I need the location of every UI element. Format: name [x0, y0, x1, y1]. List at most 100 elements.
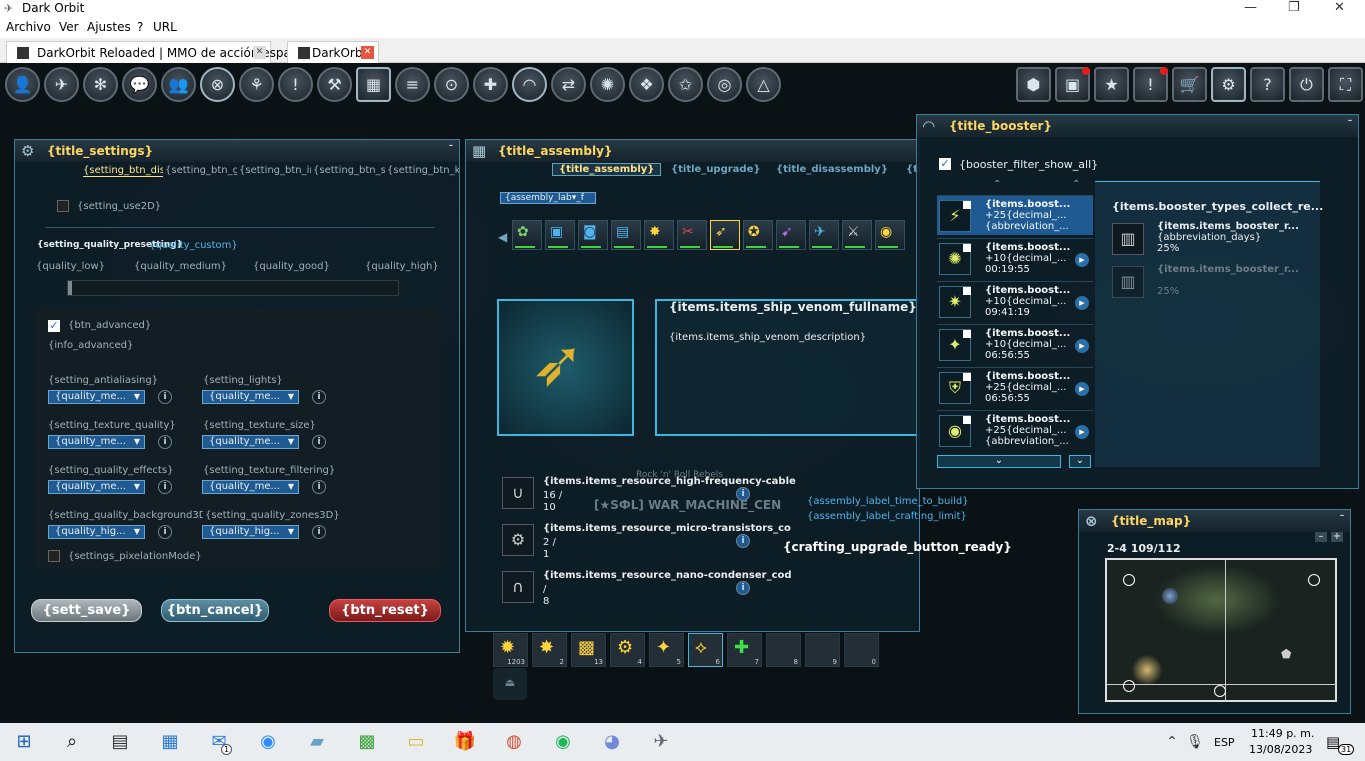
assembly-item-slot[interactable]: ➹ [776, 220, 806, 250]
chrome-icon[interactable]: ◍ [502, 730, 526, 754]
info-icon[interactable]: i [736, 534, 750, 548]
assembly-item-slot[interactable]: ✿ [512, 220, 542, 250]
microphone-icon[interactable]: 🎙 [1183, 730, 1207, 754]
info-icon[interactable]: i [736, 487, 750, 501]
gate-button[interactable]: ✺ [590, 67, 625, 102]
advanced-checkbox[interactable]: ✓ [48, 320, 60, 332]
quality-effects-select[interactable]: {quality_me... ▼ [48, 480, 145, 494]
tab-sound[interactable]: {setting_btn_sc [313, 165, 385, 176]
crafting-upgrade-button[interactable]: {crafting_upgrade_button_ready} [783, 540, 1012, 554]
quick-slot[interactable]: ▩ 13 [571, 633, 606, 667]
lights-select[interactable]: {quality_me... ▼ [202, 390, 299, 404]
cancel-button[interactable]: {btn_cancel} [161, 599, 269, 622]
search-icon[interactable]: ⌕ [60, 730, 84, 754]
notes-icon[interactable]: ▰ [305, 730, 329, 754]
info-icon[interactable]: i [312, 435, 326, 449]
tab-interface[interactable]: {setting_btn_in [239, 165, 311, 176]
cargo-button[interactable]: ⬢ [1016, 67, 1051, 102]
activate-booster-icon[interactable]: ▶ [1075, 339, 1089, 353]
tools-button[interactable]: ⚒ [317, 67, 352, 102]
tab-darkorbit-reloaded[interactable]: DarkOrbit Reloaded | MMO de acción espac… [6, 41, 311, 63]
quick-slot[interactable]: ⟡ 6 [688, 633, 723, 667]
trade-button[interactable]: ⇄ [551, 67, 586, 102]
zoom-icon[interactable]: ◉ [256, 730, 280, 754]
assembly-header[interactable]: ▦ {title_assembly} [466, 140, 919, 162]
use2d-checkbox[interactable] [57, 200, 69, 212]
booster-list-item[interactable]: ⛨ {items.boost... +25{decimal_... 06:56:55 ▶ [937, 367, 1093, 407]
quick-slot[interactable]: 0 [844, 633, 879, 667]
quick-slot[interactable]: ✚ 7 [727, 633, 762, 667]
pilot-button[interactable]: 👤 [5, 67, 40, 102]
menu-ajustes[interactable]: Ajustes [87, 20, 131, 34]
tab-disassembly[interactable]: {title_disassembly} [776, 164, 888, 175]
quick-slot[interactable]: ⚙ 4 [610, 633, 645, 667]
group-button[interactable]: 👥 [161, 67, 196, 102]
info-icon[interactable]: i [158, 390, 172, 404]
scroll-up-icon[interactable]: ⌃ [993, 179, 1001, 190]
assembly-item-slot[interactable]: ▣ [545, 220, 575, 250]
shop-button[interactable]: 🛒 [1172, 67, 1207, 102]
quality-slider[interactable] [67, 280, 399, 296]
assembly-filter-select[interactable]: {assembly_lab▾_f [500, 192, 596, 204]
scroll-top-icon[interactable]: ⌃ [1072, 179, 1080, 190]
quick-slot[interactable]: 9 [805, 633, 840, 667]
tab-keys[interactable]: {setting_btn_ke [387, 165, 459, 176]
pixelation-checkbox[interactable] [48, 550, 60, 562]
darkorbit-icon[interactable]: ✈ [649, 730, 673, 754]
save-button[interactable]: {sett_save} [31, 599, 142, 622]
minimap-area[interactable]: ⬟ [1105, 558, 1337, 702]
quality-background3d-select[interactable]: {quality_hig... ▼ [48, 525, 145, 539]
assembly-item-slot[interactable]: ◉ [875, 220, 905, 250]
faction-button[interactable]: ❖ [629, 67, 664, 102]
file-explorer-icon[interactable]: ▭ [404, 730, 428, 754]
chevron-up-icon[interactable]: ⌃ [1160, 730, 1184, 754]
assembly-item-slot[interactable]: ⚔ [842, 220, 872, 250]
zoom-out-icon[interactable]: – [1315, 532, 1327, 542]
menu-archivo[interactable]: Archivo [6, 20, 51, 34]
info-icon[interactable]: i [158, 525, 172, 539]
ship-button[interactable]: ✈ [44, 67, 79, 102]
target-button[interactable]: ⊗ [200, 67, 235, 102]
maximize-button[interactable]: ❐ [1288, 0, 1300, 15]
clan-button[interactable]: ✻ [83, 67, 118, 102]
tab-game[interactable]: {setting_btn_ga [165, 165, 237, 176]
assembly-item-slot[interactable]: ✈ [809, 220, 839, 250]
drones-button[interactable]: ⚘ [239, 67, 274, 102]
assembly-item-slot[interactable]: ▤ [611, 220, 641, 250]
minimize-panel-icon[interactable]: – [1345, 117, 1355, 127]
language-indicator[interactable]: ESP [1214, 736, 1235, 749]
spotify-icon[interactable]: ◉ [551, 730, 575, 754]
quick-slot[interactable]: ✹ 1203 [493, 633, 528, 667]
menu-help[interactable]: ? [137, 20, 143, 34]
scroll-down-icon[interactable]: ⌄ [937, 455, 1061, 468]
antialiasing-select[interactable]: {quality_me... ▼ [48, 390, 145, 404]
booster-header[interactable]: ◠ {title_booster} – [917, 115, 1358, 137]
events-button[interactable]: ▣ [1055, 67, 1090, 102]
settings-button[interactable]: ⚙ [1211, 67, 1246, 102]
booster-list-item[interactable]: ✺ {items.boost... +10{decimal_... 00:19:55 ▶ [937, 238, 1093, 278]
scroll-bottom-icon[interactable]: ⌄ [1069, 455, 1091, 468]
assembly-item-slot-selected[interactable]: ➶ [710, 220, 740, 250]
show-all-checkbox[interactable]: ✓ [939, 158, 951, 170]
minecraft-icon[interactable]: ▩ [355, 730, 379, 754]
add-pet-button[interactable]: ✚ [473, 67, 508, 102]
minimize-button[interactable]: — [1244, 0, 1257, 15]
map-header[interactable]: ⊗ {title_map} – [1079, 510, 1350, 532]
quests-button[interactable]: ! [278, 67, 313, 102]
settings-header[interactable]: ⚙ {title_settings} – [15, 140, 459, 162]
info-icon[interactable]: i [158, 435, 172, 449]
info-icon[interactable]: i [736, 581, 750, 595]
help-button[interactable]: ? [1250, 67, 1285, 102]
info-icon[interactable]: i [158, 480, 172, 494]
fullscreen-button[interactable]: ⛶ [1328, 67, 1363, 102]
menu-url[interactable]: URL [153, 20, 177, 34]
rank-button[interactable]: ✩ [668, 67, 703, 102]
booster-button[interactable]: ◠ [512, 67, 547, 102]
quick-slot[interactable]: ✦ 5 [649, 633, 684, 667]
info-icon[interactable]: i [312, 525, 326, 539]
tab-upgrade[interactable]: {title_upgrade} [671, 164, 761, 175]
activate-booster-icon[interactable]: ▶ [1075, 382, 1089, 396]
booster-list-item[interactable]: ✦ {items.boost... +10{decimal_... 06:56:55 ▶ [937, 324, 1093, 364]
booster-list-item[interactable]: ✷ {items.boost... +10{decimal_... 09:41:19 ▶ [937, 281, 1093, 321]
assembly-item-slot[interactable]: ✸ [644, 220, 674, 250]
